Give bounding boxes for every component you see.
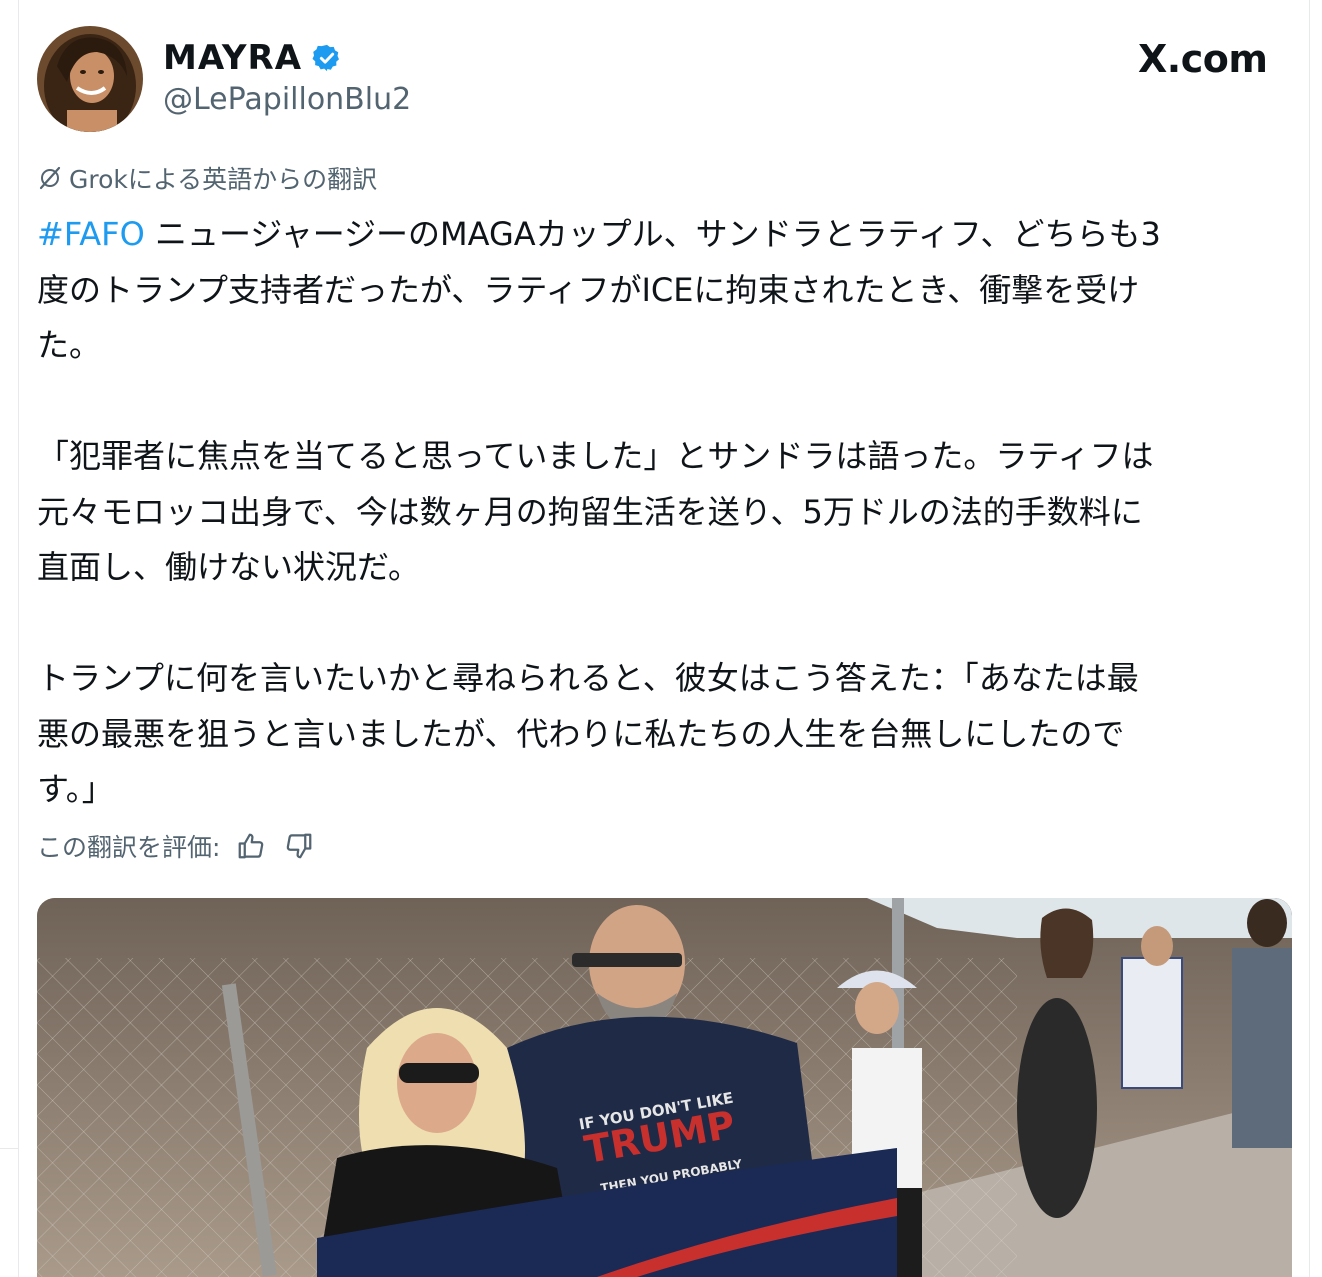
translation-note: Grokによる英語からの翻訳 bbox=[37, 160, 377, 196]
tweet-photo[interactable]: IF YOU DON'T LIKE TRUMP THEN YOU PROBABL… bbox=[37, 898, 1292, 1277]
thumbs-down-icon[interactable] bbox=[282, 829, 316, 863]
photo-illustration: IF YOU DON'T LIKE TRUMP THEN YOU PROBABL… bbox=[37, 898, 1292, 1277]
card-border-left bbox=[18, 0, 19, 1277]
author-display-name[interactable]: MAYRA bbox=[163, 36, 342, 80]
translation-note-text: Grokによる英語からの翻訳 bbox=[69, 165, 378, 194]
display-name-text[interactable]: MAYRA bbox=[163, 38, 302, 78]
thumbs-up-icon[interactable] bbox=[234, 829, 268, 863]
side-divider bbox=[0, 1148, 18, 1149]
avatar-image bbox=[37, 26, 143, 132]
tweet-paragraph-3: トランプに何を言いたいかと尋ねられると、彼女はこう答えた：「あなたは最 悪の最悪… bbox=[37, 659, 1139, 808]
x-logo[interactable]: X.com bbox=[1138, 36, 1268, 82]
avatar[interactable] bbox=[37, 26, 143, 132]
rate-translation-row: この翻訳を評価: bbox=[37, 826, 316, 866]
rate-translation-label: この翻訳を評価: bbox=[37, 833, 221, 862]
verified-badge-icon bbox=[312, 43, 342, 73]
tweet-paragraph-2: 「犯罪者に焦点を当てると思っていました」とサンドラは語った。ラティフは 元々モロ… bbox=[37, 437, 1154, 586]
hashtag-link[interactable]: #FAFO bbox=[37, 215, 145, 253]
card-border-right bbox=[1309, 0, 1310, 1277]
grok-icon bbox=[37, 165, 63, 191]
tweet-paragraph-1: #FAFO ニュージャージーのMAGAカップル、サンドラとラティフ、どちらも3 … bbox=[37, 207, 1297, 374]
tweet-text: #FAFO ニュージャージーのMAGAカップル、サンドラとラティフ、どちらも3 … bbox=[37, 207, 1297, 818]
author-handle[interactable]: @LePapillonBlu2 bbox=[163, 82, 411, 117]
paragraph-1-text: ニュージャージーのMAGAカップル、サンドラとラティフ、どちらも3 度のトランプ… bbox=[37, 215, 1161, 364]
